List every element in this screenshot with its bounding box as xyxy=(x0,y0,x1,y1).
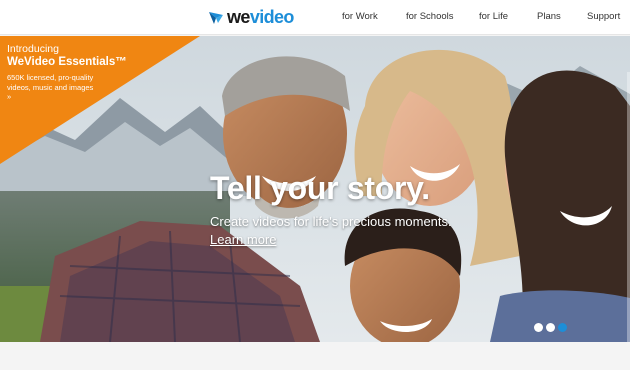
hero-carousel: Introducing WeVideo Essentials™ 650K lic… xyxy=(0,36,630,342)
nav-for-work[interactable]: for Work xyxy=(342,11,378,22)
main-nav: for Work for Schools for Life Plans Supp… xyxy=(0,0,630,35)
promo-description: 650K licensed, pro-quality videos, music… xyxy=(7,73,94,101)
hero-headline: Tell your story. xyxy=(210,170,430,206)
nav-support[interactable]: Support xyxy=(587,11,620,22)
carousel-dot-1[interactable] xyxy=(534,323,543,332)
nav-for-schools[interactable]: for Schools xyxy=(406,11,454,22)
hero-subline: Create videos for life's precious moment… xyxy=(210,214,452,229)
nav-plans[interactable]: Plans xyxy=(537,11,561,22)
carousel-dot-3[interactable] xyxy=(558,323,567,332)
learn-more-link[interactable]: Learn more xyxy=(210,232,276,247)
nav-for-life[interactable]: for Life xyxy=(479,11,508,22)
top-navigation-bar: wevideo for Work for Schools for Life Pl… xyxy=(0,0,630,35)
carousel-dot-2[interactable] xyxy=(546,323,555,332)
promo-title: WeVideo Essentials™ xyxy=(7,56,127,68)
carousel-dots xyxy=(534,323,567,332)
promo-intro: Introducing xyxy=(7,43,59,55)
